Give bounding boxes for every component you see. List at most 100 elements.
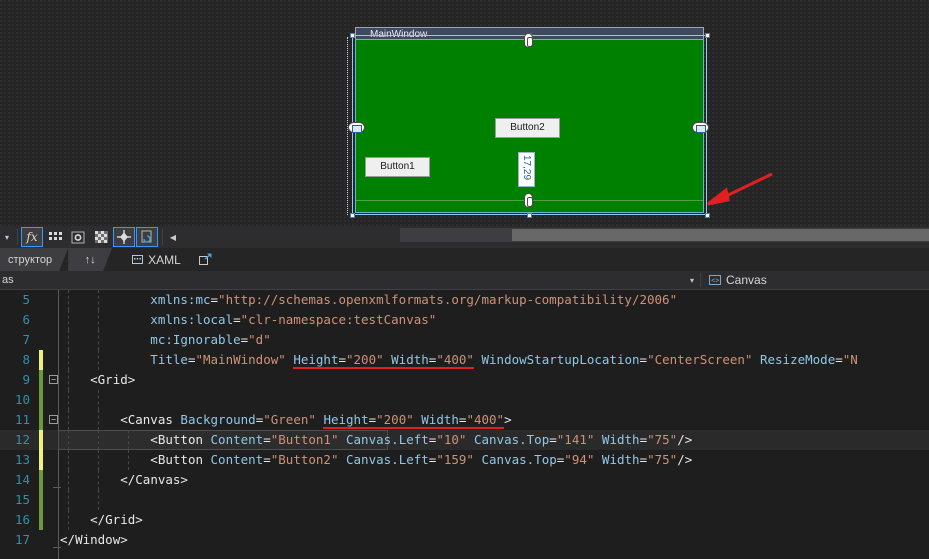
navbar-element-dropdown[interactable]: <> Canvas [701,273,767,287]
chevron-down-icon[interactable]: ▾ [690,276,694,285]
xaml-designer-surface[interactable]: MainWindow Button1 Button2 17,29 [0,0,929,226]
code-token-str: "75" [647,452,678,467]
code-token-attr: Height [293,352,339,369]
code-token-punc: = [639,452,648,467]
tab-xaml-label: XAML [148,252,181,267]
code-line[interactable]: 6 xmlns:local="clr-namespace:testCanvas" [0,310,929,330]
resize-grip-top-right[interactable] [705,33,710,38]
tab-xaml[interactable]: XAML [124,248,189,271]
indent-guide [68,490,69,510]
code-text: </Grid> [60,510,143,530]
resize-grip-bottom-left[interactable] [350,213,355,218]
grid-snap-button[interactable] [44,227,66,247]
line-number: 17 [14,532,30,547]
code-text: mc:Ignorable="d" [60,330,270,350]
margin-chain-left-icon[interactable] [348,122,365,133]
effects-fx-button[interactable]: fx [21,227,43,247]
change-indicator-bar [39,490,43,510]
margin-value-text: 17,29 [521,155,532,181]
code-token-str: "N [842,352,858,367]
resize-grip-bottom-right[interactable] [705,213,710,218]
code-lines-container[interactable]: 5 xmlns:mc="http://schemas.openxmlformat… [0,290,929,550]
snap-to-gridlines-button[interactable] [67,227,89,247]
checker-transparency-icon [94,231,108,243]
visual-studio-window: MainWindow Button1 Button2 17,29 ▾ fx ◀ … [0,0,929,559]
code-token-str: "159" [436,452,474,467]
change-indicator-bar [39,390,43,410]
code-token-attr: Canvas.Left [338,452,429,467]
code-token-punc: /> [677,452,693,467]
design-button-1[interactable]: Button1 [365,157,430,177]
code-token-attr: mc:Ignorable [60,332,241,347]
xaml-icon [132,255,144,264]
code-token-attr: Background [172,412,256,427]
margin-value-tooltip: 17,29 [518,152,535,187]
align-handles-button[interactable] [113,227,135,247]
navbar-element-value: Canvas [726,273,767,287]
resize-grip-bottom-middle[interactable] [527,213,532,218]
refresh-page-icon [141,230,152,243]
code-token-punc: < [60,452,158,467]
code-token-punc: < [60,432,158,447]
code-token-punc: < [60,412,128,427]
line-number: 13 [14,452,30,467]
tab-designer[interactable]: структор [0,248,68,271]
code-token-attr: ResizeMode [752,352,836,367]
code-text: <Canvas Background="Green" Height="200" … [60,410,512,430]
code-token-punc: = [263,452,271,467]
margin-pin-bottom-icon[interactable] [524,193,533,208]
transparency-button[interactable] [90,227,112,247]
code-line[interactable]: 15 [0,490,929,510]
change-indicator-bar [39,470,43,490]
code-token-attr: Title [60,352,188,367]
toolbar-overflow-caret[interactable]: ▾ [0,227,14,247]
designer-xaml-tabbar[interactable]: структор ↑↓ XAML [0,248,929,271]
code-line[interactable]: 5 xmlns:mc="http://schemas.openxmlformat… [0,290,929,310]
outline-collapse-icon[interactable]: − [49,415,58,424]
line-number: 16 [14,512,30,527]
change-indicator-bar [39,510,43,530]
code-token-tag: Button [157,432,203,447]
code-line[interactable]: 17 </Window> [0,530,929,550]
code-token-tag: Canvas [135,472,181,487]
change-indicator-bar [39,450,43,470]
swap-panes-button[interactable]: ↑↓ [68,248,112,271]
annotation-arrow-icon [707,172,773,206]
designer-hscrollbar-thumb[interactable] [512,229,929,241]
code-token-tag: Window [75,532,121,547]
xaml-code-editor[interactable]: 5 xmlns:mc="http://schemas.openxmlformat… [0,290,929,559]
code-token-punc: > [120,532,128,547]
refresh-designer-button[interactable] [136,227,158,247]
code-line[interactable]: 11− <Canvas Background="Green" Height="2… [0,410,929,430]
code-line[interactable]: 9 − <Grid> [0,370,929,390]
margin-chain-right-icon[interactable] [692,122,709,133]
outline-collapse-icon[interactable]: − [49,375,58,384]
code-token-punc: </ [60,472,136,487]
code-line[interactable]: 7 mc:Ignorable="d" [0,330,929,350]
code-token-punc: = [233,312,241,327]
code-line[interactable]: 10 [0,390,929,410]
code-token-punc: = [210,292,219,307]
code-navigation-bar[interactable]: as ▾ <> Canvas [0,271,929,290]
code-text: </Canvas> [60,470,188,490]
code-token-str: "200" [346,352,392,369]
margin-pin-top-icon[interactable] [524,33,533,48]
popout-window-icon [198,253,212,265]
navbar-member-dropdown[interactable]: as ▾ [0,274,700,286]
line-number: 5 [22,292,30,307]
line-number: 15 [14,492,30,507]
toolbar-collapse-caret[interactable]: ◀ [166,227,180,247]
code-token-punc: </ [60,532,76,547]
code-line[interactable]: 14 </Canvas> [0,470,929,490]
design-button-2[interactable]: Button2 [495,118,560,138]
indent-guide [98,390,99,410]
line-number: 6 [22,312,30,327]
code-line[interactable]: 13 <Button Content="Button2" Canvas.Left… [0,450,929,470]
code-token-punc: = [338,352,346,369]
code-line[interactable]: 8 Title="MainWindow" Height="200" Width=… [0,350,929,370]
line-number: 8 [22,352,30,367]
popout-window-button[interactable] [198,248,212,271]
code-token-str: "10" [436,432,467,447]
code-line[interactable]: 12 <Button Content="Button1" Canvas.Left… [0,430,929,450]
code-line[interactable]: 16 </Grid> [0,510,929,530]
